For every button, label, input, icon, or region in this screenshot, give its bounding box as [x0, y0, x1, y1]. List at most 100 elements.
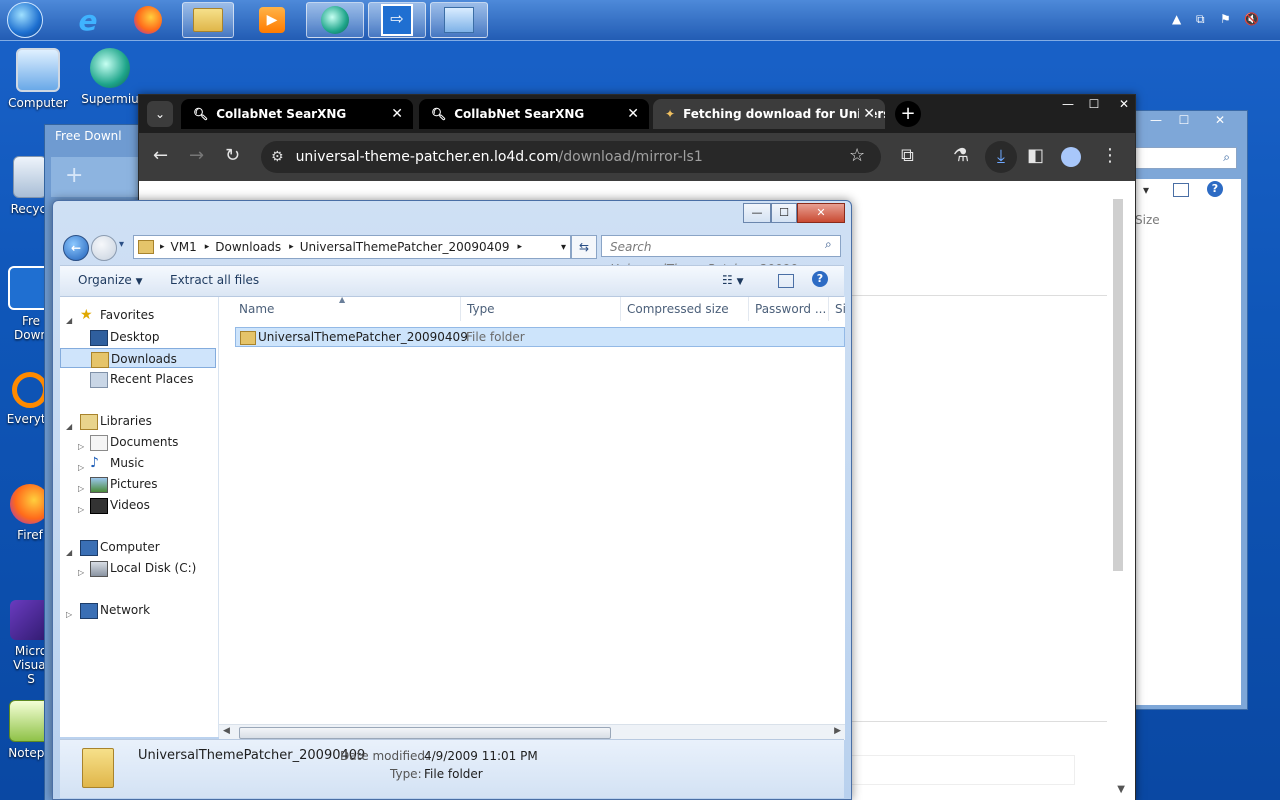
page-scrollbar-thumb[interactable]: [1113, 199, 1123, 571]
minimize-button[interactable]: —: [1143, 113, 1169, 129]
tray-network-icon[interactable]: ⧉: [1196, 12, 1205, 27]
nav-videos[interactable]: ▷ Videos: [60, 495, 216, 515]
background-window-right[interactable]: — ☐ ✕ ⌕ Size ▾ ?: [1134, 110, 1248, 710]
address-dropdown-icon[interactable]: ▾: [561, 242, 566, 253]
view-options-icon[interactable]: ☷ ▼: [722, 273, 744, 287]
address-bar[interactable]: ⚙ universal-theme-patcher.en.lo4d.com/do…: [261, 141, 881, 173]
nav-favorites[interactable]: ◢ ★ Favorites: [60, 305, 216, 325]
chevron-down-icon[interactable]: ▾: [1143, 183, 1149, 197]
plus-icon[interactable]: +: [65, 163, 83, 188]
tab-searxng-1[interactable]: 🔍︎ CollabNet SearXNG ✕: [181, 99, 413, 129]
minimize-button[interactable]: —: [743, 203, 771, 223]
search-input[interactable]: ⌕: [1135, 147, 1237, 169]
taskbar-media[interactable]: ▶: [244, 2, 300, 38]
search-icon: ⌕: [825, 237, 832, 251]
row-name: UniversalThemePatcher_20090409: [258, 330, 468, 344]
close-button[interactable]: ✕: [797, 203, 845, 223]
search-input[interactable]: Search UniversalThemePatcher_20090...: [601, 235, 841, 276]
column-header-name[interactable]: Name ▲: [233, 295, 461, 321]
tray-volume-muted-icon[interactable]: 🔇: [1244, 12, 1259, 26]
nav-network[interactable]: ▷ Network: [60, 600, 216, 620]
maximize-button[interactable]: ☐: [1081, 97, 1107, 113]
taskbar-supermium[interactable]: [306, 2, 364, 38]
back-arrow-icon[interactable]: ←: [153, 145, 168, 166]
help-icon[interactable]: ?: [1207, 181, 1223, 197]
forward-button[interactable]: [91, 235, 117, 261]
desktop-icon-supermium[interactable]: Supermiu: [74, 48, 146, 106]
profile-avatar-icon[interactable]: [1061, 147, 1081, 167]
bookmark-star-icon[interactable]: ☆: [849, 145, 865, 166]
extensions-icon[interactable]: ⧉: [901, 145, 914, 166]
forward-arrow-icon[interactable]: →: [189, 145, 204, 166]
horizontal-scrollbar-thumb[interactable]: [239, 727, 611, 739]
close-tab-icon[interactable]: ✕: [627, 106, 639, 122]
minimize-button[interactable]: —: [1055, 97, 1081, 113]
breadcrumb-universaltheme[interactable]: UniversalThemePatcher_20090409: [300, 240, 510, 254]
site-settings-icon[interactable]: ⚙: [271, 149, 284, 165]
breadcrumb-separator-icon: ▸: [289, 242, 294, 252]
breadcrumb-downloads[interactable]: Downloads: [215, 240, 281, 254]
scroll-down-icon[interactable]: ▼: [1117, 784, 1125, 795]
tray-flag-icon[interactable]: ⚑: [1220, 12, 1231, 26]
refresh-icon[interactable]: ⇆: [571, 235, 597, 259]
nav-libraries[interactable]: ◢ Libraries: [60, 411, 216, 431]
scroll-right-icon[interactable]: ▶: [834, 726, 841, 736]
taskbar-fdm[interactable]: ⇨: [368, 2, 426, 38]
scroll-left-icon[interactable]: ◀: [223, 726, 230, 736]
tab-search-chevron-icon[interactable]: ⌄: [147, 101, 173, 127]
collapsed-triangle-icon[interactable]: ▷: [78, 500, 84, 520]
recent-pages-chevron-icon[interactable]: ▾: [119, 239, 124, 250]
tray-chevron-up-icon[interactable]: ▲: [1172, 12, 1181, 26]
downloads-icon[interactable]: ⤓: [985, 141, 1017, 173]
address-breadcrumb[interactable]: ▸ VM1 ▸ Downloads ▸ UniversalThemePatche…: [133, 235, 571, 259]
computer-icon: [80, 540, 98, 556]
menu-kebab-icon[interactable]: ⋮: [1101, 145, 1119, 166]
explorer-window[interactable]: — ☐ ✕ ← ▾ ▸ VM1 ▸ Downloads ▸ UniversalT…: [52, 200, 852, 800]
help-icon[interactable]: ?: [812, 271, 828, 287]
labs-flask-icon[interactable]: ⚗: [953, 145, 969, 166]
side-panel-icon[interactable]: ◧: [1027, 145, 1044, 166]
table-row[interactable]: UniversalThemePatcher_20090409 File fold…: [235, 327, 845, 347]
preview-pane-icon[interactable]: [778, 274, 794, 288]
nav-label: Music: [110, 456, 145, 470]
horizontal-scrollbar[interactable]: ◀ ▶: [219, 724, 845, 740]
nav-desktop[interactable]: Desktop: [60, 327, 216, 347]
breadcrumb-vm1[interactable]: VM1: [171, 240, 197, 254]
details-type-value: File folder: [424, 767, 483, 781]
taskbar-control-panel[interactable]: [430, 2, 488, 38]
organize-button[interactable]: Organize ▼: [78, 273, 143, 287]
desktop-icon-computer[interactable]: Computer: [2, 48, 74, 110]
new-tab-button[interactable]: +: [895, 101, 921, 127]
preview-pane-icon[interactable]: [1173, 183, 1189, 197]
extract-all-files-button[interactable]: Extract all files: [170, 273, 259, 287]
downloads-folder-icon: [91, 352, 109, 368]
close-tab-icon[interactable]: ✕: [391, 106, 403, 122]
nav-recent-places[interactable]: Recent Places: [60, 369, 216, 389]
details-date-value: 4/9/2009 11:01 PM: [424, 749, 538, 763]
taskbar-ie[interactable]: e: [60, 2, 116, 38]
nav-local-disk[interactable]: ▷ Local Disk (C:): [60, 558, 216, 578]
nav-downloads[interactable]: Downloads: [60, 348, 216, 368]
nav-documents[interactable]: ▷ Documents: [60, 432, 216, 452]
start-button[interactable]: [0, 2, 50, 38]
nav-music[interactable]: ▷ ♪ Music: [60, 453, 216, 473]
tab-searxng-2[interactable]: 🔍︎ CollabNet SearXNG ✕: [419, 99, 649, 129]
column-header-compressed-size[interactable]: Compressed size: [621, 297, 749, 321]
close-tab-icon[interactable]: ✕: [859, 106, 875, 122]
maximize-button[interactable]: ☐: [771, 203, 797, 223]
tab-fetching-download[interactable]: ✦ Fetching download for Univers ✕: [653, 99, 885, 129]
column-header-type[interactable]: Type: [461, 297, 621, 321]
back-button[interactable]: ←: [63, 235, 89, 261]
column-header-size[interactable]: Si: [829, 297, 845, 321]
reload-icon[interactable]: ↻: [225, 145, 240, 166]
taskbar-firefox[interactable]: [120, 2, 176, 38]
collapsed-triangle-icon[interactable]: ▷: [66, 605, 72, 625]
maximize-button[interactable]: ☐: [1171, 113, 1197, 129]
collapsed-triangle-icon[interactable]: ▷: [78, 563, 84, 583]
nav-pictures[interactable]: ▷ Pictures: [60, 474, 216, 494]
taskbar-file-explorer[interactable]: [182, 2, 234, 38]
nav-computer[interactable]: ◢ Computer: [60, 537, 216, 557]
column-header-password[interactable]: Password ...: [749, 297, 829, 321]
close-button[interactable]: ✕: [1207, 113, 1233, 129]
close-button[interactable]: ✕: [1111, 97, 1137, 113]
